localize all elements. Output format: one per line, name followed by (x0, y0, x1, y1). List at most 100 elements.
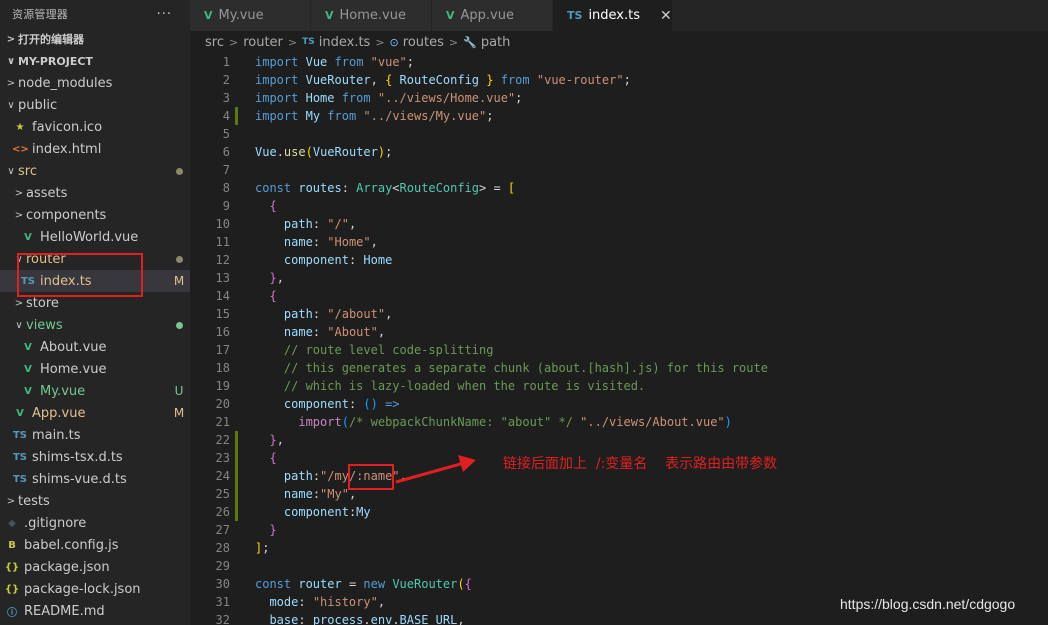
tree-item-index-html[interactable]: <> index.html (0, 138, 190, 160)
code-line[interactable]: 19 // which is lazy-loaded when the rout… (190, 377, 1048, 395)
code-token: use (283, 145, 306, 159)
file-type-icon: B (8, 539, 16, 551)
code-line[interactable]: 15 path: "/about", (190, 305, 1048, 323)
code-token: { (269, 289, 277, 303)
tab-my-vue[interactable]: V My.vue (190, 0, 311, 31)
tree-item-gitignore[interactable]: ◆ .gitignore (0, 512, 190, 534)
file-type-icon: V (24, 341, 32, 353)
tree-item-assets[interactable]: > assets (0, 182, 190, 204)
code-line[interactable]: 5 (190, 125, 1048, 143)
code-token: , (370, 73, 386, 87)
code-editor[interactable]: 1 import Vue from "vue"; 2 import VueRouter… (190, 53, 1048, 625)
tree-item-store[interactable]: > store (0, 292, 190, 314)
file-type-icon: V (24, 385, 32, 397)
code-line[interactable]: 21 import(/* webpackChunkName: "about" *… (190, 413, 1048, 431)
tree-item-favicon-ico[interactable]: ★ favicon.ico (0, 116, 190, 138)
tree-item-main-ts[interactable]: TS main.ts (0, 424, 190, 446)
tree-item-shims-tsx-d-ts[interactable]: TS shims-tsx.d.ts (0, 446, 190, 468)
code-line[interactable]: 1 import Vue from "vue"; (190, 53, 1048, 71)
tree-item-about-vue[interactable]: V About.vue (0, 336, 190, 358)
code-token: router (298, 577, 342, 591)
breadcrumb-item[interactable]: routes (403, 35, 444, 50)
code-line[interactable]: 28]; (190, 539, 1048, 557)
tree-item-views[interactable]: ∨ views (0, 314, 190, 336)
tree-item-app-vue[interactable]: V App.vue M (0, 402, 190, 424)
code-token: , (457, 613, 465, 625)
tree-item-package-json[interactable]: {} package.json (0, 556, 190, 578)
tree-item-src[interactable]: ∨ src (0, 160, 190, 182)
code-line[interactable]: 11 name: "Home", (190, 233, 1048, 251)
tree-item-readme-md[interactable]: ⓘ README.md (0, 600, 190, 622)
tree-item-shims-vue-d-ts[interactable]: TS shims-vue.d.ts (0, 468, 190, 490)
tab-index-ts[interactable]: TS index.ts ✕ (553, 0, 673, 31)
code-line[interactable]: 10 path: "/", (190, 215, 1048, 233)
explorer-title: 资源管理器 (12, 8, 68, 21)
code-line[interactable]: 13 }, (190, 269, 1048, 287)
breadcrumb-item[interactable]: router (243, 35, 283, 50)
code-token: = (341, 577, 364, 591)
modified-dot-icon (168, 164, 190, 178)
code-line[interactable]: 2 import VueRouter, { RouteConfig } from … (190, 71, 1048, 89)
tree-item-components[interactable]: > components (0, 204, 190, 226)
code-line[interactable]: 22 }, (190, 431, 1048, 449)
tree-item-router[interactable]: ∨ router (0, 248, 190, 270)
tree-item-label: assets (26, 185, 68, 201)
code-line[interactable]: 26 component:My (190, 503, 1048, 521)
code-line[interactable]: 25 name:"My", (190, 485, 1048, 503)
line-number: 19 (215, 379, 230, 393)
code-line[interactable]: 14 { (190, 287, 1048, 305)
property-wrench-icon: 🔧 (463, 35, 477, 49)
tree-item-package-lock-json[interactable]: {} package-lock.json (0, 578, 190, 600)
tree-item-helloworld-vue[interactable]: V HelloWorld.vue (0, 226, 190, 248)
code-token: > = (479, 181, 508, 195)
tab-app-vue[interactable]: V App.vue (432, 0, 553, 31)
tree-item-home-vue[interactable]: V Home.vue (0, 358, 190, 380)
line-number: 2 (222, 73, 230, 87)
tree-item-my-vue[interactable]: V My.vue U (0, 380, 190, 402)
tab-home-vue[interactable]: V Home.vue (311, 0, 432, 31)
code-line[interactable]: 4 import My from "../views/My.vue"; (190, 107, 1048, 125)
breadcrumb-item[interactable]: path (481, 35, 511, 50)
code-line[interactable]: 20 component: () => (190, 395, 1048, 413)
code-token: ; (385, 145, 393, 159)
code-line[interactable]: 3 import Home from "../views/Home.vue"; (190, 89, 1048, 107)
code-line[interactable]: 6 Vue.use(VueRouter); (190, 143, 1048, 161)
code-line[interactable]: 8 const routes: Array<RouteConfig> = [ (190, 179, 1048, 197)
code-line[interactable]: 18 // this generates a separate chunk (a… (190, 359, 1048, 377)
breadcrumb-item[interactable]: src (205, 35, 224, 50)
code-token: "/" (327, 217, 349, 231)
code-line[interactable]: 17 // route level code-splitting (190, 341, 1048, 359)
code-line[interactable]: 29 (190, 557, 1048, 575)
file-type-icon: TS (12, 429, 28, 441)
code-token: : (312, 217, 328, 231)
line-number: 31 (215, 595, 230, 609)
code-line[interactable]: 7 (190, 161, 1048, 179)
code-line[interactable]: 9 { (190, 197, 1048, 215)
typescript-file-icon: TS (567, 9, 583, 22)
code-text: // route level code-splitting (230, 341, 1048, 359)
open-editors-section[interactable]: > 打开的编辑器 (0, 28, 190, 50)
code-text: path: "/", (230, 215, 1048, 233)
tree-item-babel-config-js[interactable]: Bbabel.config.js (0, 534, 190, 556)
code-line[interactable]: 12 component: Home (190, 251, 1048, 269)
tree-item-public[interactable]: ∨ public (0, 94, 190, 116)
code-line[interactable]: 27 } (190, 521, 1048, 539)
more-actions-icon[interactable]: ··· (157, 7, 172, 22)
tree-item-node-modules[interactable]: > node_modules (0, 72, 190, 94)
project-section[interactable]: ∨ MY-PROJECT (0, 50, 190, 72)
code-text: }, (230, 431, 1048, 449)
tree-item-index-ts[interactable]: TS index.ts M (0, 270, 190, 292)
chevron-right-icon: > (287, 35, 298, 49)
close-icon[interactable]: ✕ (660, 8, 672, 24)
tree-item-tests[interactable]: > tests (0, 490, 190, 512)
code-line[interactable]: 16 name: "About", (190, 323, 1048, 341)
code-line[interactable]: 32 base: process.env.BASE_URL, (190, 611, 1048, 625)
code-line[interactable]: 30 const router = new VueRouter({ (190, 575, 1048, 593)
breadcrumb-item[interactable]: index.ts (319, 35, 371, 50)
